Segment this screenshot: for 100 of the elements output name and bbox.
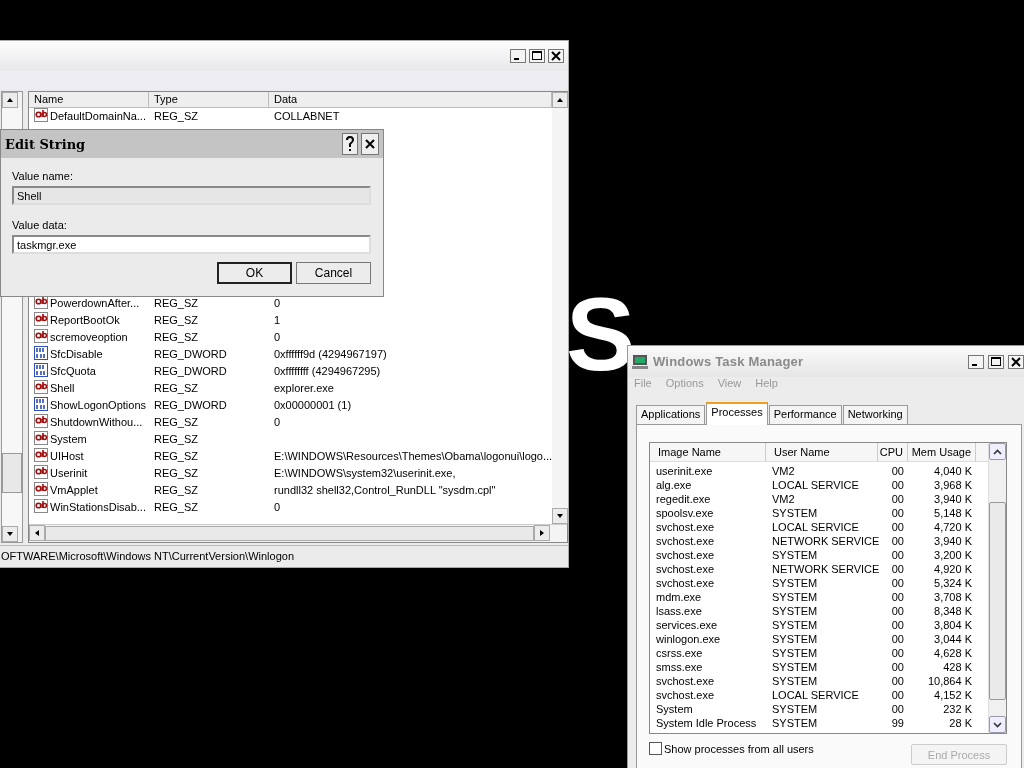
- scroll-button[interactable]: [552, 508, 569, 524]
- cancel-button[interactable]: Cancel: [296, 262, 371, 284]
- value-name[interactable]: scremoveoption: [50, 330, 128, 343]
- scroll-button[interactable]: [534, 525, 550, 541]
- table-cell-text: svchost.exe: [655, 548, 716, 562]
- minimize-icon[interactable]: [968, 354, 984, 369]
- table-cell-text: SYSTEM: [771, 702, 819, 716]
- close-icon[interactable]: [1008, 354, 1024, 369]
- value-name[interactable]: Userinit: [50, 466, 88, 479]
- window-title: Windows Task Manager: [653, 354, 805, 369]
- value-name[interactable]: DefaultDomainNa...: [50, 109, 146, 122]
- help-icon[interactable]: [342, 133, 358, 155]
- table-cell-text: 00: [890, 520, 905, 534]
- tab[interactable]: Processes: [706, 402, 768, 425]
- value-data: COLLABNET: [273, 109, 341, 122]
- table-cell-text: SYSTEM: [771, 660, 819, 674]
- tab[interactable]: Networking: [842, 405, 908, 424]
- value-data: 0: [273, 415, 282, 428]
- table-cell-text: NETWORK SERVICE: [771, 562, 878, 576]
- binary-value-icon: [34, 397, 49, 412]
- binary-value-icon: [34, 363, 49, 378]
- field-label: Value data:: [12, 219, 68, 233]
- table-cell-text: 00: [890, 604, 905, 618]
- string-value-icon: [34, 499, 49, 514]
- column-header[interactable]: CPU: [878, 443, 908, 461]
- status-bar: OFTWARE\Microsoft\Windows NT\CurrentVersion\Winlogon: [0, 545, 568, 567]
- value-type: REG_SZ: [153, 330, 199, 343]
- value-data: 0xffffffff (4294967295): [273, 364, 382, 377]
- table-cell-text: SYSTEM: [771, 506, 819, 520]
- scroll-button[interactable]: [989, 716, 1006, 733]
- value-name[interactable]: ShowLogonOptions: [50, 398, 146, 411]
- checkbox-label[interactable]: Show processes from all users: [664, 742, 814, 755]
- scroll-button[interactable]: [2, 92, 18, 108]
- scroll-button[interactable]: [989, 443, 1006, 460]
- string-value-icon: [34, 431, 49, 446]
- column-header[interactable]: Image Name: [650, 443, 766, 461]
- value-name[interactable]: SfcDisable: [50, 347, 103, 360]
- string-value-icon: [34, 482, 49, 497]
- checkbox[interactable]: [649, 742, 662, 755]
- table-cell-text: 3,200 K: [933, 548, 973, 562]
- maximize-icon[interactable]: [529, 49, 545, 63]
- table-cell-text: services.exe: [655, 618, 719, 632]
- scroll-button[interactable]: [2, 526, 18, 542]
- close-icon[interactable]: [548, 49, 564, 63]
- scroll-button[interactable]: [552, 92, 569, 108]
- table-cell-text: NETWORK SERVICE: [771, 534, 878, 548]
- value-name[interactable]: Shell: [50, 381, 75, 394]
- table-cell-text: 4,152 K: [933, 688, 973, 702]
- table-cell-text: 3,940 K: [933, 534, 973, 548]
- value-name[interactable]: ShutdownWithou...: [50, 415, 143, 428]
- table-cell-text: VM2: [771, 492, 796, 506]
- value-name[interactable]: SfcQuota: [50, 364, 96, 377]
- value-name[interactable]: PowerdownAfter...: [50, 296, 140, 309]
- table-cell-text: userinit.exe: [655, 464, 714, 478]
- string-value-icon: [34, 329, 49, 344]
- column-header[interactable]: Type: [149, 92, 269, 108]
- table-cell-text: 28 K: [948, 716, 973, 730]
- value-data: E:\WINDOWS\Resources\Themes\Obama\logonui\logo...: [273, 449, 553, 462]
- close-icon[interactable]: [361, 133, 379, 155]
- string-value-icon: [34, 465, 49, 480]
- value-name[interactable]: VmApplet: [50, 483, 98, 496]
- ok-button[interactable]: OK: [217, 262, 292, 284]
- column-header[interactable]: Name: [29, 92, 149, 108]
- table-cell-text: 4,720 K: [933, 520, 973, 534]
- column-header[interactable]: User Name: [766, 443, 878, 461]
- table-cell-text: 3,940 K: [933, 492, 973, 506]
- value-name[interactable]: WinStationsDisab...: [50, 500, 146, 513]
- value-name[interactable]: ReportBootOk: [50, 313, 120, 326]
- table-cell-text: 8,348 K: [933, 604, 973, 618]
- table-cell-text: 00: [890, 548, 905, 562]
- string-value-icon: [34, 108, 49, 123]
- scroll-button[interactable]: [29, 525, 45, 541]
- table-cell-text: 00: [890, 674, 905, 688]
- table-cell-text: 232 K: [942, 702, 973, 716]
- value-data: 0xffffff9d (4294967197): [273, 347, 388, 360]
- value-name-field[interactable]: Shell: [12, 186, 371, 205]
- table-cell-text: smss.exe: [655, 660, 704, 674]
- table-cell-text: 00: [890, 632, 905, 646]
- table-cell-text: svchost.exe: [655, 688, 716, 702]
- binary-value-icon: [34, 346, 49, 361]
- table-cell-text: 00: [890, 534, 905, 548]
- column-header[interactable]: Mem Usage: [908, 443, 976, 461]
- value-name[interactable]: UIHost: [50, 449, 84, 462]
- value-type: REG_SZ: [153, 109, 199, 122]
- table-cell-text: 00: [890, 478, 905, 492]
- table-cell-text: SYSTEM: [771, 590, 819, 604]
- computer-icon: [632, 353, 648, 370]
- value-type: REG_DWORD: [153, 347, 228, 360]
- field-label: Value name:: [12, 170, 74, 184]
- column-header[interactable]: Data: [269, 92, 553, 108]
- maximize-icon[interactable]: [988, 354, 1004, 369]
- value-type: REG_DWORD: [153, 398, 228, 411]
- value-type: REG_DWORD: [153, 364, 228, 377]
- minimize-icon[interactable]: [510, 49, 526, 63]
- value-type: REG_SZ: [153, 466, 199, 479]
- table-cell-text: 00: [890, 660, 905, 674]
- tab[interactable]: Performance: [768, 405, 842, 424]
- value-name[interactable]: System: [50, 432, 87, 445]
- tab[interactable]: Applications: [636, 405, 706, 424]
- value-data-field[interactable]: taskmgr.exe: [12, 235, 371, 254]
